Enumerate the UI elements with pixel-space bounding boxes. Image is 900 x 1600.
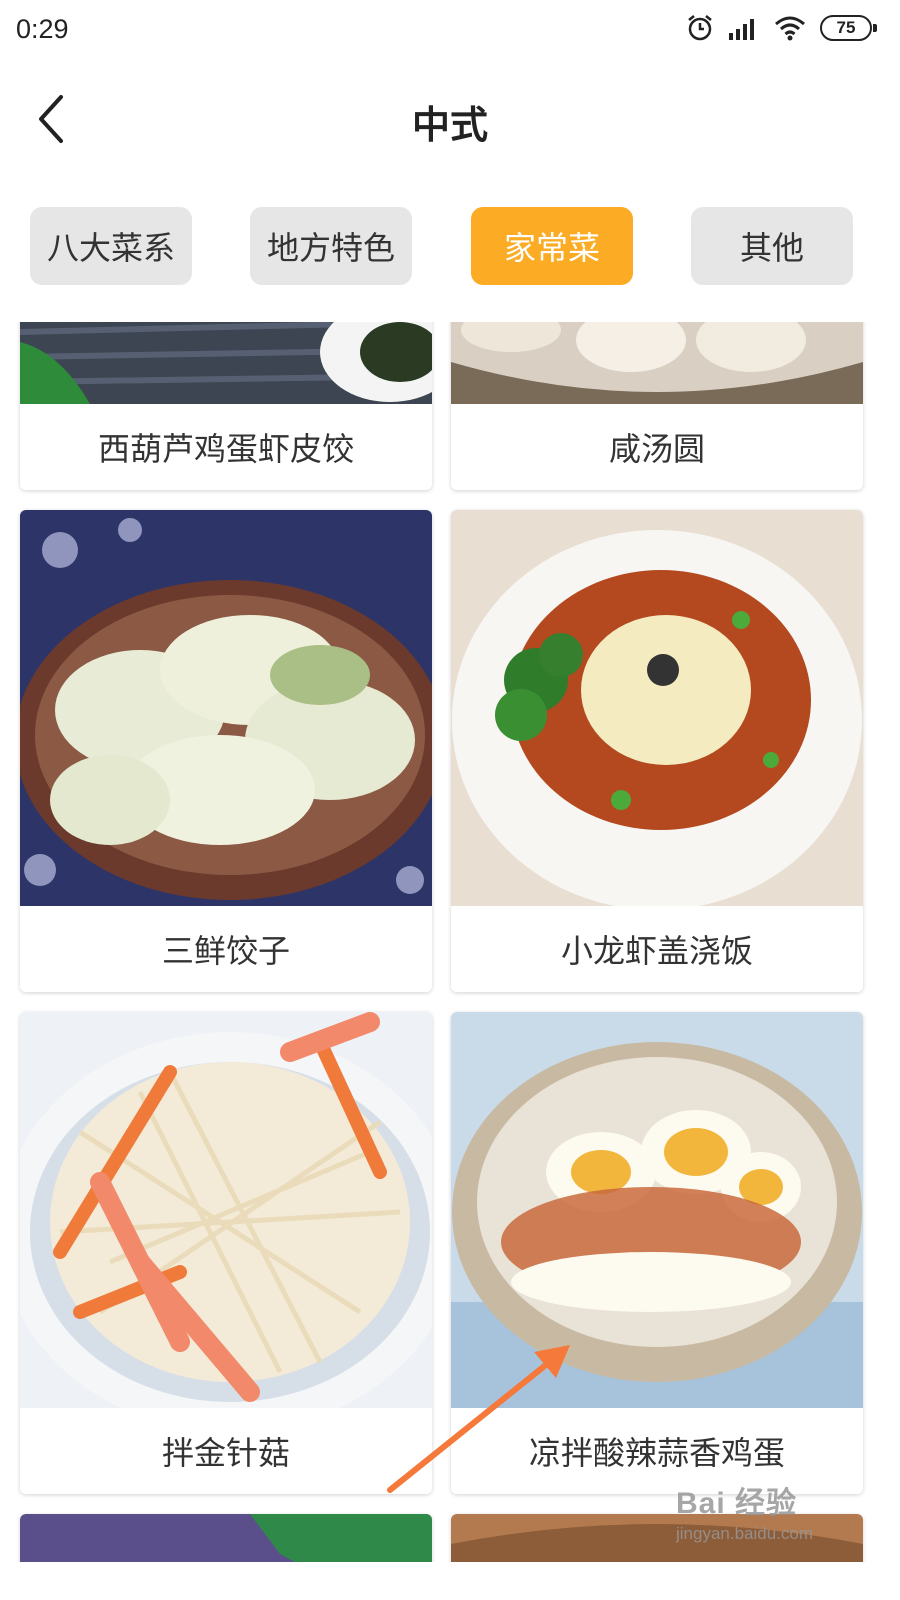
- recipe-name: 拌金针菇: [20, 1408, 432, 1494]
- recipe-image: [20, 1514, 432, 1562]
- tab-qita[interactable]: 其他: [691, 207, 853, 285]
- status-time: 0:29: [16, 14, 69, 44]
- recipe-image: [451, 322, 863, 404]
- recipe-card[interactable]: [20, 1514, 432, 1562]
- watermark-url: jingyan.baidu.com: [676, 1524, 814, 1543]
- recipe-image: [20, 510, 432, 906]
- recipe-card[interactable]: 拌金针菇: [20, 1012, 432, 1494]
- recipe-name: 西葫芦鸡蛋虾皮饺: [20, 404, 432, 490]
- recipe-card[interactable]: 西葫芦鸡蛋虾皮饺: [20, 322, 432, 490]
- tab-bada-caixi[interactable]: 八大菜系: [30, 207, 192, 285]
- recipe-card[interactable]: 三鲜饺子: [20, 510, 432, 992]
- watermark: Bai 经验 jingyan.baidu.com: [676, 1478, 866, 1558]
- tab-difang-tese[interactable]: 地方特色: [250, 207, 412, 285]
- watermark-brand: Bai 经验: [676, 1487, 798, 1520]
- tab-jiachang-cai[interactable]: 家常菜: [471, 207, 633, 285]
- header: 中式: [0, 64, 900, 174]
- recipe-name: 小龙虾盖浇饭: [451, 906, 863, 992]
- category-tabs: 八大菜系 地方特色 家常菜 其他: [30, 207, 870, 285]
- recipe-image: [451, 1012, 863, 1408]
- recipe-image: [20, 322, 432, 404]
- battery-level: 75: [836, 18, 856, 37]
- recipe-grid[interactable]: 西葫芦鸡蛋虾皮饺 咸汤圆 三鲜饺子 小龙虾盖浇饭 拌金针菇 凉拌酸辣蒜香鸡蛋: [0, 322, 900, 1562]
- recipe-card[interactable]: 咸汤圆: [451, 322, 863, 490]
- recipe-name: 三鲜饺子: [20, 906, 432, 992]
- recipe-card[interactable]: 凉拌酸辣蒜香鸡蛋: [451, 1012, 863, 1494]
- alarm-icon: [688, 15, 712, 41]
- recipe-name: 咸汤圆: [451, 404, 863, 490]
- wifi-icon: [775, 16, 805, 41]
- recipe-image: [20, 1012, 432, 1408]
- recipe-image: [451, 510, 863, 906]
- status-icons: 75: [686, 14, 877, 42]
- signal-icon: [729, 19, 754, 40]
- status-bar: 0:29 75: [0, 0, 900, 64]
- recipe-card[interactable]: 小龙虾盖浇饭: [451, 510, 863, 992]
- battery-icon: 75: [820, 15, 877, 41]
- page-title: 中式: [411, 103, 488, 147]
